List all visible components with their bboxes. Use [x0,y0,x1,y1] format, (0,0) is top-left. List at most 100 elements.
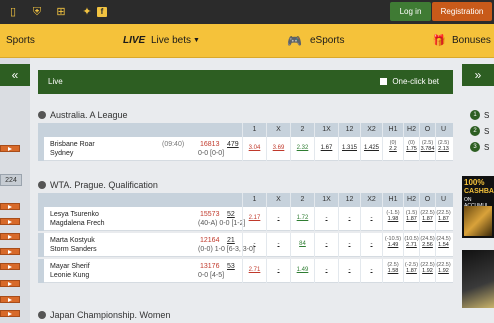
odds-cell[interactable]: 1.49 [290,259,314,283]
handicap-cell[interactable]: (24.5) 2.56 [419,233,435,257]
match-row[interactable]: Lesya Tsurenko Magdalena Frech 15573 52 (40-… [38,207,453,231]
odds-value[interactable]: - [339,215,360,221]
odds-value[interactable]: 1.425 [361,145,382,151]
handicap-cell[interactable]: (2.5) 2.13 [435,137,451,161]
one-click-bet-toggle[interactable]: One-click bet [380,70,439,94]
promo-banner-2[interactable] [462,250,494,308]
odds-cell[interactable]: 1.315 [338,137,360,161]
odds-value[interactable]: - [361,215,382,221]
video-icon[interactable] [0,296,20,303]
nav-live-prefix[interactable]: LIVE [123,24,145,58]
video-icon[interactable] [0,280,20,287]
odds-value[interactable]: 3.69 [267,145,290,151]
odds-value[interactable]: - [339,267,360,273]
odds-cell[interactable]: 84 [290,233,314,257]
odds-cell[interactable]: 3.69 [266,137,290,161]
handicap-odds[interactable]: 1.58 [383,268,403,274]
odds-value[interactable]: - [361,241,382,247]
odds-cell[interactable]: - [338,233,360,257]
handicap-cell[interactable]: (22.5) 1.92 [419,259,435,283]
handicap-cell[interactable]: (22.5) 1.92 [435,259,451,283]
checkbox-icon[interactable] [380,78,388,85]
odds-cell[interactable]: 2.32 [290,137,314,161]
register-button[interactable]: Registration [432,2,492,21]
chevron-down-icon[interactable]: ▼ [193,24,200,58]
handicap-odds[interactable]: 1.87 [404,268,419,274]
odds-value[interactable]: 1.315 [339,145,360,151]
odds-cell[interactable]: 2.17 [242,207,266,231]
video-icon[interactable] [0,145,20,152]
markets-count-link[interactable]: 21 [227,237,235,244]
odds-cell[interactable]: 2.71 [242,259,266,283]
handicap-odds[interactable]: 1.54 [436,242,451,248]
match-row[interactable]: Brisbane Roar Sydney (09:40) 16813 479 0-0 [0… [38,137,453,161]
handicap-cell[interactable]: (0) 1.75 [403,137,419,161]
team-home[interactable]: Mayar Sherif [50,263,90,270]
odds-cell[interactable]: - [360,233,382,257]
match-row[interactable]: Mayar Sherif Leonie Kung 13176 53 0-0 [4-5] 2… [38,259,453,283]
video-icon[interactable] [0,218,20,225]
video-icon[interactable] [0,263,20,270]
login-button[interactable]: Log in [390,2,431,21]
video-icon[interactable] [0,203,20,210]
collapse-left-icon[interactable]: « [0,64,30,86]
odds-value[interactable]: 3.04 [243,145,266,151]
odds-value[interactable]: 2.71 [243,267,266,273]
handicap-cell[interactable]: (24.5) 1.54 [435,233,451,257]
handicap-odds[interactable]: 1.92 [420,268,435,274]
team-home[interactable]: Marta Kostyuk [50,237,95,244]
odds-value[interactable]: 2.32 [291,145,314,151]
nav-live-bets[interactable]: Live bets [151,24,191,58]
handicap-odds[interactable]: 2.2 [383,146,403,152]
odds-cell[interactable]: - [314,259,338,283]
team-home[interactable]: Lesya Tsurenko [50,211,99,218]
odds-value[interactable]: 84 [291,241,314,247]
handicap-odds[interactable]: 1.92 [436,268,451,274]
team-away[interactable]: Magdalena Frech [50,220,104,227]
odds-value[interactable]: 1.67 [315,145,338,151]
odds-cell[interactable]: 1.67 [314,137,338,161]
odds-cell[interactable]: - [266,207,290,231]
league-header[interactable]: Japan Championship. Women [38,308,453,322]
odds-cell[interactable]: - [360,259,382,283]
handicap-odds[interactable]: 1.75 [404,146,419,152]
handicap-odds[interactable]: 1.87 [404,216,419,222]
handicap-cell[interactable]: (10.5) 2.71 [403,233,419,257]
handicap-odds[interactable]: 3.784 [420,146,435,152]
odds-cell[interactable]: - [314,207,338,231]
odds-value[interactable]: - [315,241,338,247]
handicap-cell[interactable]: (2.5) 3.784 [419,137,435,161]
odds-cell[interactable]: - [338,259,360,283]
handicap-cell[interactable]: (0) 2.2 [382,137,403,161]
shield-icon[interactable]: ⛨ [30,5,44,19]
facebook-icon[interactable]: f [97,7,107,17]
odds-value[interactable]: - [267,241,290,247]
team-home[interactable]: Brisbane Roar [50,141,95,148]
odds-cell[interactable]: - [338,207,360,231]
odds-value[interactable]: 2.17 [243,215,266,221]
odds-value[interactable]: 1.49 [291,267,314,273]
handicap-odds[interactable]: 1.98 [383,216,403,222]
video-icon[interactable] [0,310,20,317]
odds-cell[interactable]: - [360,207,382,231]
odds-value[interactable]: - [315,267,338,273]
handicap-cell[interactable]: (-10.5) 1.49 [382,233,403,257]
team-away[interactable]: Storm Sanders [50,246,97,253]
odds-cell[interactable]: 1.425 [360,137,382,161]
handicap-odds[interactable]: 2.71 [404,242,419,248]
odds-cell[interactable]: 1.72 [290,207,314,231]
handicap-odds[interactable]: 2.56 [420,242,435,248]
odds-cell[interactable]: 3.04 [242,137,266,161]
league-header[interactable]: WTA. Prague. Qualification [38,178,453,192]
league-header[interactable]: Australia. A League [38,108,453,122]
markets-count-link[interactable]: 479 [227,141,239,148]
odds-value[interactable]: - [361,267,382,273]
handicap-odds[interactable]: 1.87 [436,216,451,222]
odds-value[interactable]: - [243,241,266,247]
handicap-odds[interactable]: 1.49 [383,242,403,248]
odds-value[interactable]: 1.72 [291,215,314,221]
handicap-cell[interactable]: (-1.5) 1.98 [382,207,403,231]
handicap-cell[interactable]: (22.5) 1.87 [435,207,451,231]
collapse-right-icon[interactable]: » [462,64,494,86]
handicap-odds[interactable]: 1.87 [420,216,435,222]
